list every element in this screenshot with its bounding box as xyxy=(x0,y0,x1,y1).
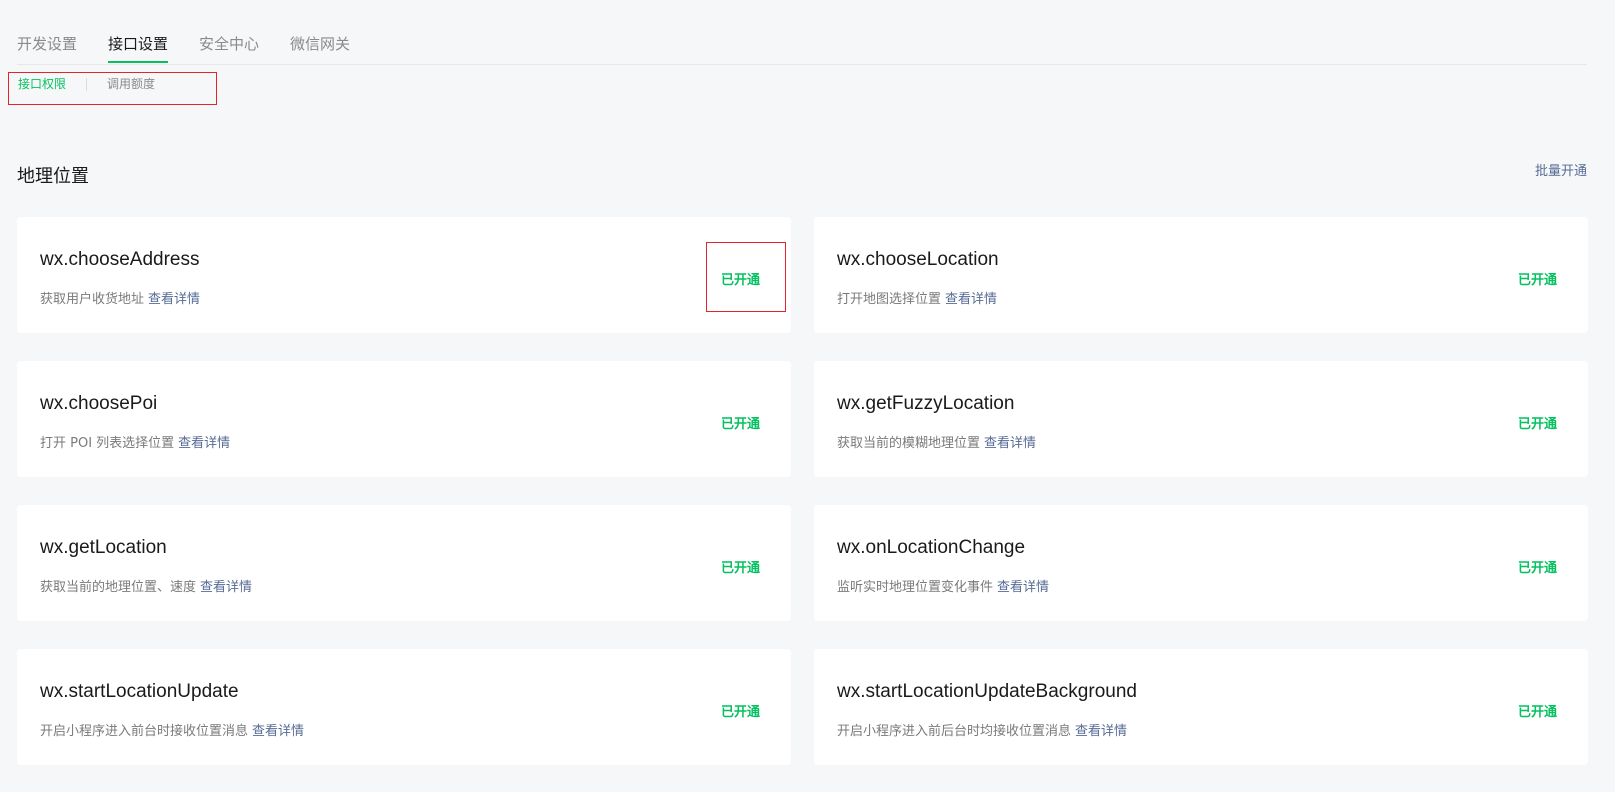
api-desc-text: 获取当前的地理位置、速度 xyxy=(40,580,197,595)
status-badge: 已开通 xyxy=(720,561,760,576)
api-desc: 打开地图选择位置 查看详情 xyxy=(837,288,997,307)
status-badge: 已开通 xyxy=(1517,273,1557,288)
view-details-link[interactable]: 查看详情 xyxy=(1075,724,1127,739)
subtab-call-quota[interactable]: 调用额度 xyxy=(107,77,155,91)
api-desc-text: 获取当前的模糊地理位置 xyxy=(837,436,981,451)
api-desc: 获取当前的模糊地理位置 查看详情 xyxy=(837,432,1036,451)
api-desc: 获取当前的地理位置、速度 查看详情 xyxy=(40,576,252,595)
api-desc: 开启小程序进入前后台时均接收位置消息 查看详情 xyxy=(837,720,1127,739)
status-badge: 已开通 xyxy=(1517,561,1557,576)
view-details-link[interactable]: 查看详情 xyxy=(997,580,1049,595)
api-card-on-location-change: wx.onLocationChange 监听实时地理位置变化事件 查看详情 已开通 xyxy=(814,505,1588,621)
api-name: wx.onLocationChange xyxy=(837,537,1026,558)
api-name: wx.choosePoi xyxy=(40,393,158,414)
status-badge: 已开通 xyxy=(720,705,760,720)
tab-api-settings[interactable]: 接口设置 xyxy=(108,22,169,63)
view-details-link[interactable]: 查看详情 xyxy=(148,292,200,307)
top-tab-bar: 开发设置 接口设置 安全中心 微信网关 xyxy=(17,22,1587,65)
status-badge: 已开通 xyxy=(720,417,760,432)
status-badge: 已开通 xyxy=(1517,705,1557,720)
view-details-link[interactable]: 查看详情 xyxy=(200,580,252,595)
status-badge: 已开通 xyxy=(720,273,760,288)
api-card-choose-poi: wx.choosePoi 打开 POI 列表选择位置 查看详情 已开通 xyxy=(17,361,791,477)
subtab-divider xyxy=(86,78,88,91)
view-details-link[interactable]: 查看详情 xyxy=(178,436,230,451)
batch-enable-link[interactable]: 批量开通 xyxy=(1535,160,1587,179)
view-details-link[interactable]: 查看详情 xyxy=(945,292,997,307)
api-card-start-location-update: wx.startLocationUpdate 开启小程序进入前台时接收位置消息查… xyxy=(17,649,791,765)
api-card-get-fuzzy-location: wx.getFuzzyLocation 获取当前的模糊地理位置 查看详情 已开通 xyxy=(814,361,1588,477)
subtab-bar: 接口权限 调用额度 xyxy=(8,72,217,105)
status-badge: 已开通 xyxy=(1517,417,1557,432)
api-card-get-location: wx.getLocation 获取当前的地理位置、速度 查看详情 已开通 xyxy=(17,505,791,621)
api-desc-text: 监听实时地理位置变化事件 xyxy=(837,580,994,595)
tab-security-center[interactable]: 安全中心 xyxy=(199,22,259,53)
view-details-link[interactable]: 查看详情 xyxy=(984,436,1036,451)
tab-dev-settings[interactable]: 开发设置 xyxy=(17,22,77,53)
api-desc: 打开 POI 列表选择位置 查看详情 xyxy=(40,432,230,451)
api-name: wx.chooseLocation xyxy=(837,249,999,270)
api-desc-text: 开启小程序进入前后台时均接收位置消息 xyxy=(837,724,1072,739)
api-desc: 开启小程序进入前台时接收位置消息 查看详情 xyxy=(40,720,304,739)
api-card-choose-location: wx.chooseLocation 打开地图选择位置 查看详情 已开通 xyxy=(814,217,1588,333)
api-desc-text: 打开 POI 列表选择位置 xyxy=(40,436,175,451)
api-name: wx.chooseAddress xyxy=(40,249,200,270)
api-desc: 获取用户收货地址 查看详情 xyxy=(40,288,200,307)
api-name: wx.startLocationUpdate xyxy=(40,681,239,702)
api-name: wx.getFuzzyLocation xyxy=(837,393,1015,414)
api-card-choose-address: wx.chooseAddress 获取用户收货地址 查看详情 已开通 xyxy=(17,217,791,333)
api-desc: 监听实时地理位置变化事件 查看详情 xyxy=(837,576,1049,595)
section-title: 地理位置 xyxy=(17,166,89,187)
api-desc-text: 打开地图选择位置 xyxy=(837,292,942,307)
api-name: wx.startLocationUpdateBackground xyxy=(837,681,1137,702)
tab-wechat-gateway[interactable]: 微信网关 xyxy=(290,22,350,53)
view-details-link[interactable]: 查看详情 xyxy=(252,724,304,739)
api-desc-text: 获取用户收货地址 xyxy=(40,292,145,307)
subtab-api-permissions[interactable]: 接口权限 xyxy=(18,77,66,91)
api-name: wx.getLocation xyxy=(40,537,167,558)
api-card-start-location-update-background: wx.startLocationUpdateBackground 开启小程序进入… xyxy=(814,649,1588,765)
api-desc-text: 开启小程序进入前台时接收位置消息 xyxy=(40,724,249,739)
